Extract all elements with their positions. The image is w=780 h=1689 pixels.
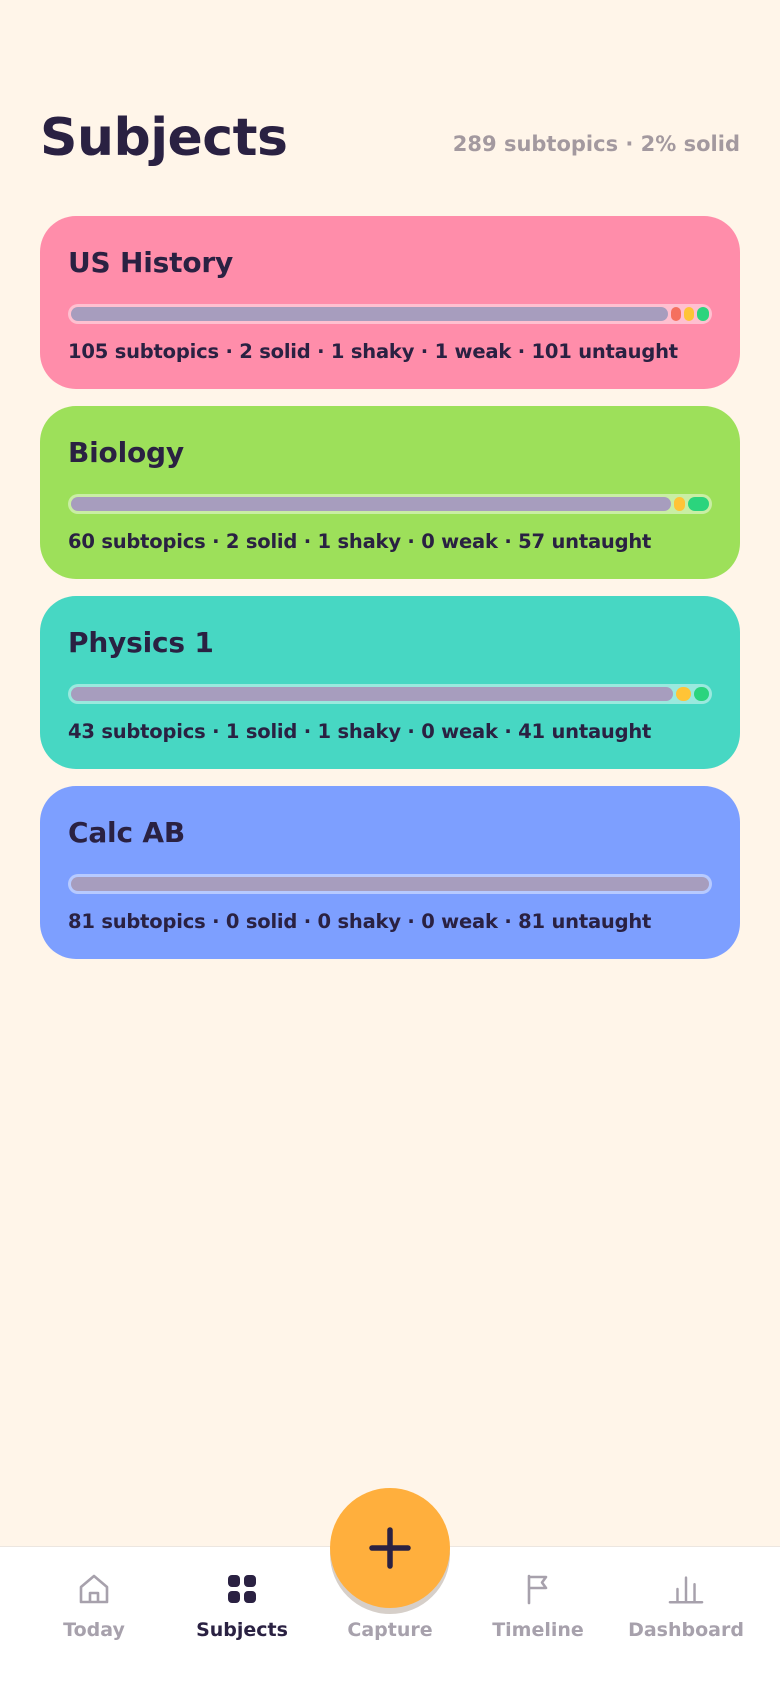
shaky-segment bbox=[676, 687, 692, 701]
subject-card-calc-ab[interactable]: Calc AB 81 subtopics · 0 solid · 0 shaky… bbox=[40, 786, 740, 959]
mastery-progress-bar bbox=[68, 494, 712, 514]
subject-card-us-history[interactable]: US History 105 subtopics · 2 solid · 1 s… bbox=[40, 216, 740, 389]
untaught-segment bbox=[71, 687, 674, 701]
subject-name: Physics 1 bbox=[68, 626, 214, 659]
subject-name: US History bbox=[68, 246, 234, 279]
page-header: Subjects 289 subtopics · 2% solid bbox=[40, 112, 740, 164]
untaught-segment bbox=[71, 307, 668, 321]
nav-label: Timeline bbox=[492, 1619, 584, 1641]
subject-stats: 105 subtopics · 2 solid · 1 shaky · 1 we… bbox=[68, 340, 678, 363]
grid-icon bbox=[228, 1575, 256, 1603]
flag-icon bbox=[527, 1574, 548, 1605]
nav-item-dashboard[interactable]: Dashboard bbox=[616, 1571, 756, 1641]
shaky-segment bbox=[683, 307, 694, 321]
page-title: Subjects bbox=[40, 108, 288, 168]
solid-segment bbox=[687, 497, 709, 511]
solid-segment bbox=[694, 687, 709, 701]
mastery-progress-bar bbox=[68, 874, 712, 894]
nav-item-subjects[interactable]: Subjects bbox=[172, 1571, 312, 1641]
subject-name: Biology bbox=[68, 436, 184, 469]
nav-item-today[interactable]: Today bbox=[24, 1571, 164, 1641]
untaught-segment bbox=[71, 497, 672, 511]
capture-button[interactable] bbox=[330, 1488, 450, 1608]
nav-label: Today bbox=[63, 1619, 125, 1641]
subject-card-physics-1[interactable]: Physics 1 43 subtopics · 1 solid · 1 sha… bbox=[40, 596, 740, 769]
subtopic-summary: 289 subtopics · 2% solid bbox=[452, 132, 740, 156]
nav-item-timeline[interactable]: Timeline bbox=[468, 1571, 608, 1641]
subject-stats: 43 subtopics · 1 solid · 1 shaky · 0 wea… bbox=[68, 720, 652, 743]
subject-stats: 60 subtopics · 2 solid · 1 shaky · 0 wea… bbox=[68, 530, 652, 553]
plus-icon bbox=[369, 1527, 411, 1569]
weak-segment bbox=[670, 307, 681, 321]
mastery-progress-bar bbox=[68, 684, 712, 704]
nav-label: Subjects bbox=[196, 1619, 288, 1641]
untaught-segment bbox=[71, 877, 709, 891]
shaky-segment bbox=[674, 497, 685, 511]
subject-card-biology[interactable]: Biology 60 subtopics · 2 solid · 1 shaky… bbox=[40, 406, 740, 579]
subject-list: US History 105 subtopics · 2 solid · 1 s… bbox=[40, 216, 740, 976]
subject-stats: 81 subtopics · 0 solid · 0 shaky · 0 wea… bbox=[68, 910, 652, 933]
nav-label: Dashboard bbox=[628, 1619, 744, 1641]
solid-segment bbox=[696, 307, 709, 321]
bar-chart-icon bbox=[668, 1576, 704, 1604]
subject-name: Calc AB bbox=[68, 816, 185, 849]
home-icon bbox=[79, 1574, 109, 1604]
nav-label: Capture bbox=[347, 1619, 433, 1641]
mastery-progress-bar bbox=[68, 304, 712, 324]
